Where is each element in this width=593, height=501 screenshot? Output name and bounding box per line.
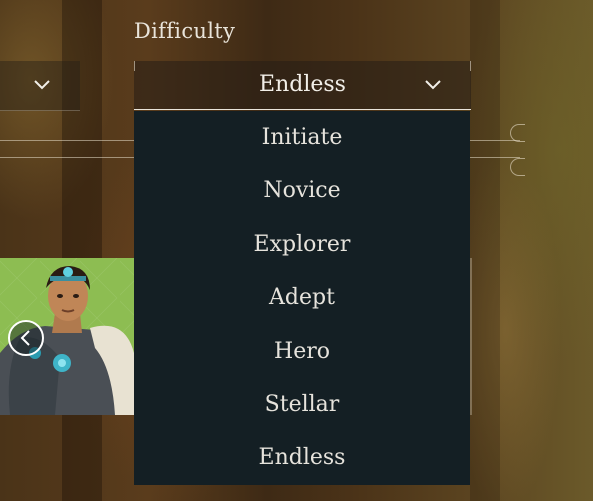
difficulty-options-menu: Initiate Novice Explorer Adept Hero Stel… — [134, 111, 470, 485]
difficulty-option-adept[interactable]: Adept — [134, 271, 470, 324]
difficulty-option-novice[interactable]: Novice — [134, 164, 470, 217]
background-shadow — [470, 0, 500, 501]
chevron-down-icon — [34, 80, 50, 90]
difficulty-option-initiate[interactable]: Initiate — [134, 111, 470, 164]
difficulty-option-stellar[interactable]: Stellar — [134, 378, 470, 431]
difficulty-option-explorer[interactable]: Explorer — [134, 218, 470, 271]
panel-notch — [510, 124, 525, 142]
corner-tick — [470, 61, 471, 71]
previous-hero-button[interactable] — [8, 320, 44, 356]
chevron-left-icon — [20, 330, 30, 346]
panel-notch — [510, 158, 525, 176]
card-edge — [470, 258, 472, 415]
difficulty-dropdown[interactable]: Endless — [134, 61, 471, 110]
left-dropdown[interactable] — [0, 61, 80, 111]
difficulty-label: Difficulty — [134, 19, 236, 43]
corner-tick — [134, 61, 135, 71]
difficulty-selected-value: Endless — [259, 72, 346, 97]
chevron-down-icon — [425, 80, 441, 90]
difficulty-option-hero[interactable]: Hero — [134, 325, 470, 378]
difficulty-option-endless[interactable]: Endless — [134, 431, 470, 484]
